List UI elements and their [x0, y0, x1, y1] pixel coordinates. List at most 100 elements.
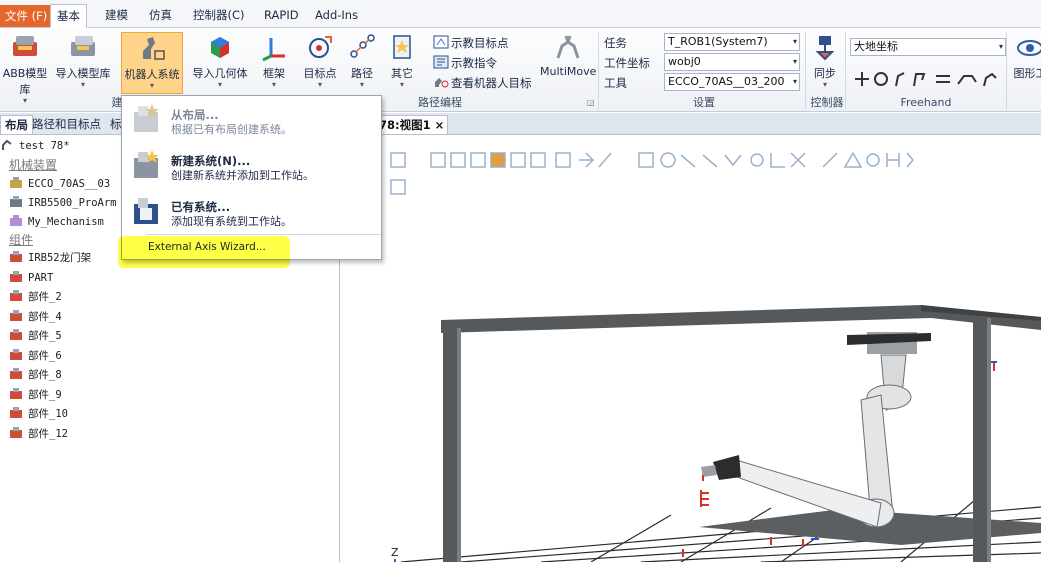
tab-view1[interactable]: 78:视图1 × — [375, 115, 449, 134]
dialog-launcher-icon[interactable]: ◲ — [587, 98, 595, 107]
task-select[interactable]: T_ROB1(System7) ▾ — [664, 33, 800, 51]
component-node[interactable]: 部件_8 — [9, 366, 62, 385]
menu-item-from-layout[interactable]: 从布局... 根据已有布局创建系统。 — [122, 97, 381, 141]
view-tool-icon[interactable] — [390, 152, 406, 168]
coordinate-value: 大地坐标 — [854, 40, 898, 53]
component-node[interactable]: PART — [9, 269, 53, 288]
tab-modeling[interactable]: 建模 — [99, 4, 134, 27]
group-separator — [845, 32, 846, 110]
chevron-down-icon: ▾ — [359, 80, 364, 89]
component-node[interactable]: 部件_12 — [9, 425, 68, 444]
tab-addins[interactable]: Add-Ins — [309, 4, 364, 27]
robotstudio-window: { "tabs": { "file": "文件 (F)", "basic": "… — [0, 0, 1041, 562]
view-tool-icon[interactable] — [450, 152, 466, 168]
other-button[interactable]: 其它 ▾ — [385, 32, 419, 94]
frame-label: 框架 — [263, 67, 285, 80]
target-button[interactable]: 目标点 ▾ — [299, 32, 341, 94]
station-label: test 78* — [19, 140, 70, 152]
scene[interactable]: Z — [341, 135, 1041, 562]
mechanism-node-label: ECCO_70AS__03 — [28, 178, 111, 190]
view-tool-icon[interactable] — [530, 152, 546, 168]
view-tool-icon[interactable] — [866, 153, 880, 167]
close-icon[interactable]: × — [435, 118, 445, 132]
component-node[interactable]: 部件_6 — [9, 347, 62, 366]
mechanism-node[interactable]: My_Mechanism — [9, 213, 104, 232]
tab-paths-targets[interactable]: 路径和目标点 — [28, 115, 105, 134]
sync-button[interactable]: 同步 ▾ — [810, 32, 840, 94]
view-tool-icon[interactable] — [390, 179, 406, 195]
menu-item-external-axis-wizard[interactable]: External Axis Wizard... — [122, 238, 381, 258]
frame-button[interactable]: 框架 ▾ — [258, 32, 290, 94]
view-tool-icon[interactable] — [470, 152, 486, 168]
mechanism-node[interactable]: ECCO_70AS__03 — [9, 175, 110, 194]
import-geometry-label: 导入几何体 — [192, 67, 248, 80]
component-node[interactable]: 部件_5 — [9, 327, 62, 346]
jog-reorient-icon[interactable] — [936, 75, 950, 83]
view-tool-icon[interactable] — [770, 152, 806, 168]
view-robot-target-button[interactable]: 查看机器人目标 — [433, 73, 532, 93]
menu-item-new-system[interactable]: 新建系统(N)... 创建新系统并添加到工作站。 — [122, 143, 381, 187]
coordinate-select[interactable]: 大地坐标 ▾ — [850, 38, 1006, 56]
component-node[interactable]: 部件_4 — [9, 308, 62, 327]
tab-file[interactable]: 文件 (F) — [0, 5, 53, 27]
mechanism-node-label: IRB5500_ProArm — [28, 197, 117, 209]
view-robot-target-label: 查看机器人目标 — [451, 76, 532, 90]
component-node[interactable]: 部件_10 — [9, 405, 68, 424]
view-tool-icon[interactable] — [660, 152, 676, 168]
tool-select[interactable]: ECCO_70AS__03_200 ▾ — [664, 73, 800, 91]
move-icon[interactable] — [855, 72, 869, 86]
chevron-down-icon: ▾ — [149, 81, 154, 90]
graphics-tools-button[interactable]: 图形工 — [1010, 32, 1041, 94]
multirobot-jog-icon[interactable] — [957, 75, 977, 85]
target-label: 目标点 — [303, 67, 337, 80]
sync-icon — [815, 36, 835, 61]
view-tool-icon[interactable] — [510, 152, 526, 168]
3d-viewport[interactable]: 78:视图1 × Z — [341, 113, 1041, 562]
tab-controller[interactable]: 控制器(C) — [187, 4, 251, 27]
chevron-down-icon: ▾ — [998, 42, 1003, 51]
jog-robot-icon[interactable] — [983, 72, 997, 87]
robot-irb5500 — [700, 332, 997, 528]
teach-instruction-button[interactable]: 示教指令 — [433, 53, 497, 73]
view-tool-icon[interactable] — [555, 152, 571, 168]
view-tool-icon[interactable] — [822, 151, 863, 168]
freehand-tools — [852, 68, 1002, 90]
component-node[interactable]: 部件_2 — [9, 288, 62, 307]
view-tool-icon[interactable] — [490, 152, 506, 168]
component-node-label: 部件_4 — [28, 310, 62, 323]
view-tool-icon[interactable] — [750, 153, 764, 167]
view-tool-icon[interactable] — [579, 152, 595, 168]
component-node-label: 部件_5 — [28, 330, 62, 342]
target-icon — [309, 36, 332, 58]
from-layout-icon — [134, 104, 159, 132]
path-button[interactable]: 路径 ▾ — [345, 32, 379, 94]
mechanism-node[interactable]: IRB5500_ProArm — [9, 194, 117, 213]
multimove-button[interactable]: MultiMove — [540, 32, 596, 94]
view-tool-icon[interactable] — [430, 152, 446, 168]
path-icon — [350, 34, 375, 58]
teach-target-button[interactable]: 示教目标点 — [433, 33, 509, 53]
chevron-down-icon: ▾ — [80, 80, 85, 89]
view-tool-icon[interactable] — [598, 152, 612, 168]
import-library-button[interactable]: 导入模型库 ▾ — [52, 32, 114, 94]
view-tool-icon[interactable] — [886, 152, 914, 168]
import-geometry-button[interactable]: 导入几何体 ▾ — [188, 32, 252, 94]
menu-item-existing-system[interactable]: 已有系统... 添加现有系统到工作站。 — [122, 189, 381, 233]
view-tool-icon[interactable] — [680, 154, 742, 168]
station-node[interactable]: test 78* — [0, 137, 70, 156]
tab-simulation[interactable]: 仿真 — [143, 4, 178, 27]
view-tool-icon[interactable] — [638, 152, 654, 168]
jog-linear-icon[interactable] — [913, 73, 926, 87]
group-separator — [598, 32, 599, 110]
rotate-icon[interactable] — [874, 72, 888, 86]
abb-library-button[interactable]: ABB模型库 ▾ — [0, 32, 50, 105]
tab-rapid[interactable]: RAPID — [258, 4, 305, 27]
component-node[interactable]: 部件_9 — [9, 386, 62, 405]
component-node[interactable]: IRB52龙门架 — [9, 249, 91, 268]
existing-system-icon — [134, 198, 158, 224]
wobj-select[interactable]: wobj0 ▾ — [664, 53, 800, 71]
tab-basic[interactable]: 基本 — [50, 4, 87, 28]
teach-target-label: 示教目标点 — [451, 36, 509, 50]
jog-joint-icon[interactable] — [895, 72, 905, 87]
robot-system-button[interactable]: 机器人系统 ▾ — [121, 32, 183, 94]
